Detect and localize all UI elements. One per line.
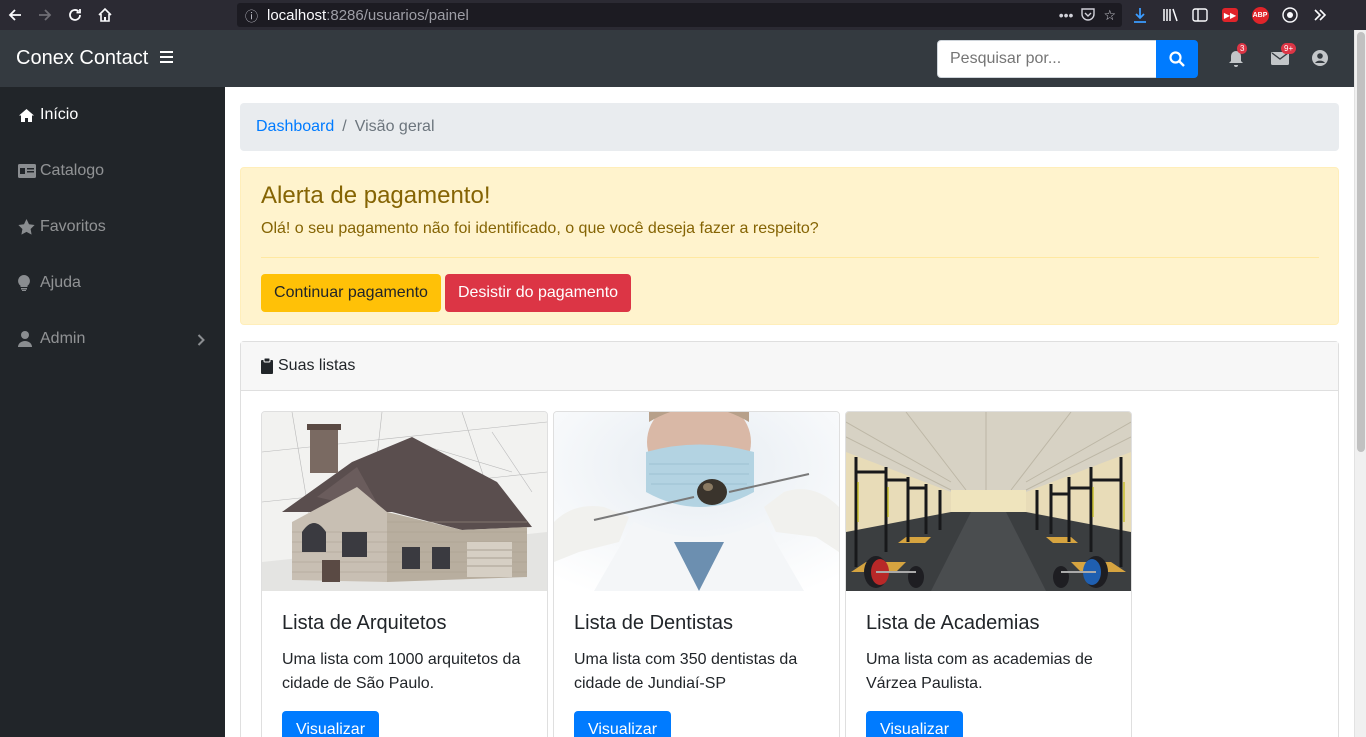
sidebar-item-admin[interactable]: Admin <box>0 311 225 367</box>
continue-payment-button[interactable]: Continuar pagamento <box>261 274 441 312</box>
gym-image <box>846 412 1131 591</box>
breadcrumb: Dashboard / Visão geral <box>240 103 1339 151</box>
lightbulb-icon <box>18 275 40 291</box>
chevron-right-icon <box>197 333 205 351</box>
house-image <box>262 412 547 591</box>
view-list-button[interactable]: Visualizar <box>866 711 963 737</box>
home-icon <box>18 108 40 123</box>
sidebar-item-favoritos[interactable]: Favoritos <box>0 199 225 255</box>
alert-message: Olá! o seu pagamento não foi identificad… <box>261 220 819 237</box>
overflow-menu-icon[interactable] <box>1308 3 1332 27</box>
user-circle-icon <box>1312 50 1328 66</box>
sidebar-toggle-icon[interactable] <box>1188 3 1212 27</box>
messages-badge: 9+ <box>1281 43 1297 54</box>
sidebar-item-label: Admin <box>40 330 86 347</box>
bookmark-star-icon[interactable]: ☆ <box>1103 7 1116 24</box>
scrollbar-thumb[interactable] <box>1357 32 1365 452</box>
search-input[interactable] <box>937 40 1157 78</box>
card-title: Lista de Dentistas <box>574 612 733 634</box>
adblock-extension-icon[interactable]: ABP <box>1248 3 1272 27</box>
sidebar-item-catalogo[interactable]: Catalogo <box>0 143 225 199</box>
card-description: Uma lista com as academias de Várzea Pau… <box>866 651 1093 692</box>
sidebar-item-label: Ajuda <box>40 274 81 291</box>
id-card-icon <box>18 164 40 178</box>
breadcrumb-current: Visão geral <box>354 118 435 135</box>
address-bar[interactable]: ⓘ localhost:8286/usuarios/painel ••• ☆ <box>237 3 1122 27</box>
sidebar-item-label: Favoritos <box>40 218 106 235</box>
list-card-academias: Lista de Academias Uma lista com as acad… <box>845 411 1132 737</box>
library-icon[interactable] <box>1158 3 1182 27</box>
user-menu-button[interactable] <box>1310 48 1330 68</box>
more-actions-icon[interactable]: ••• <box>1059 7 1074 23</box>
alert-title: Alerta de pagamento! <box>261 182 491 209</box>
site-info-icon[interactable]: ⓘ <box>245 6 267 25</box>
notifications-button[interactable]: 3 <box>1226 43 1248 68</box>
card-description: Uma lista com 350 dentistas da cidade de… <box>574 651 798 692</box>
pocket-icon[interactable] <box>1081 7 1096 24</box>
search-button[interactable] <box>1156 40 1198 78</box>
account-extension-icon[interactable] <box>1278 3 1302 27</box>
menu-toggle-icon[interactable] <box>160 51 173 63</box>
list-card-arquitetos: Lista de Arquitetos Uma lista com 1000 a… <box>261 411 548 737</box>
top-navbar: Conex Contact 3 9+ <box>0 30 1354 87</box>
view-list-button[interactable]: Visualizar <box>574 711 671 737</box>
user-icon <box>18 331 40 347</box>
sidebar-item-label: Catalogo <box>40 162 105 179</box>
view-list-button[interactable]: Visualizar <box>282 711 379 737</box>
cancel-payment-button[interactable]: Desistir do pagamento <box>445 274 631 312</box>
lists-panel-title: Suas listas <box>278 357 356 374</box>
card-description: Uma lista com 1000 arquitetos da cidade … <box>282 651 521 692</box>
list-card-dentistas: Lista de Dentistas Uma lista com 350 den… <box>553 411 840 737</box>
sidebar-item-inicio[interactable]: Início <box>0 87 225 143</box>
browser-toolbar: ⓘ localhost:8286/usuarios/painel ••• ☆ ▶… <box>0 0 1366 30</box>
payment-alert: Alerta de pagamento! Olá! o seu pagament… <box>240 167 1339 325</box>
page-scrollbar[interactable] <box>1354 30 1366 737</box>
notifications-badge: 3 <box>1237 43 1248 54</box>
dentist-image <box>554 412 839 591</box>
alert-divider <box>261 257 1319 258</box>
back-icon[interactable] <box>0 0 30 30</box>
lists-panel-header: Suas listas <box>241 342 1338 391</box>
home-icon[interactable] <box>90 0 120 30</box>
clipboard-icon <box>261 358 273 374</box>
youtube-extension-icon[interactable]: ▶▶ <box>1218 3 1242 27</box>
brand-logo[interactable]: Conex Contact <box>16 47 148 70</box>
card-title: Lista de Academias <box>866 612 1040 634</box>
breadcrumb-separator: / <box>342 118 347 135</box>
download-icon[interactable] <box>1128 3 1152 27</box>
sidebar-item-label: Início <box>40 106 79 123</box>
reload-icon[interactable] <box>60 0 90 30</box>
url-text: localhost:8286/usuarios/painel <box>267 6 469 24</box>
sidebar-item-ajuda[interactable]: Ajuda <box>0 255 225 311</box>
card-title: Lista de Arquitetos <box>282 612 447 634</box>
sidebar: Início Catalogo Favoritos Ajuda Admin <box>0 87 225 737</box>
forward-icon[interactable] <box>30 0 60 30</box>
star-icon <box>18 219 40 235</box>
messages-button[interactable]: 9+ <box>1270 43 1297 68</box>
search-icon <box>1169 51 1185 67</box>
breadcrumb-dashboard-link[interactable]: Dashboard <box>256 118 334 136</box>
